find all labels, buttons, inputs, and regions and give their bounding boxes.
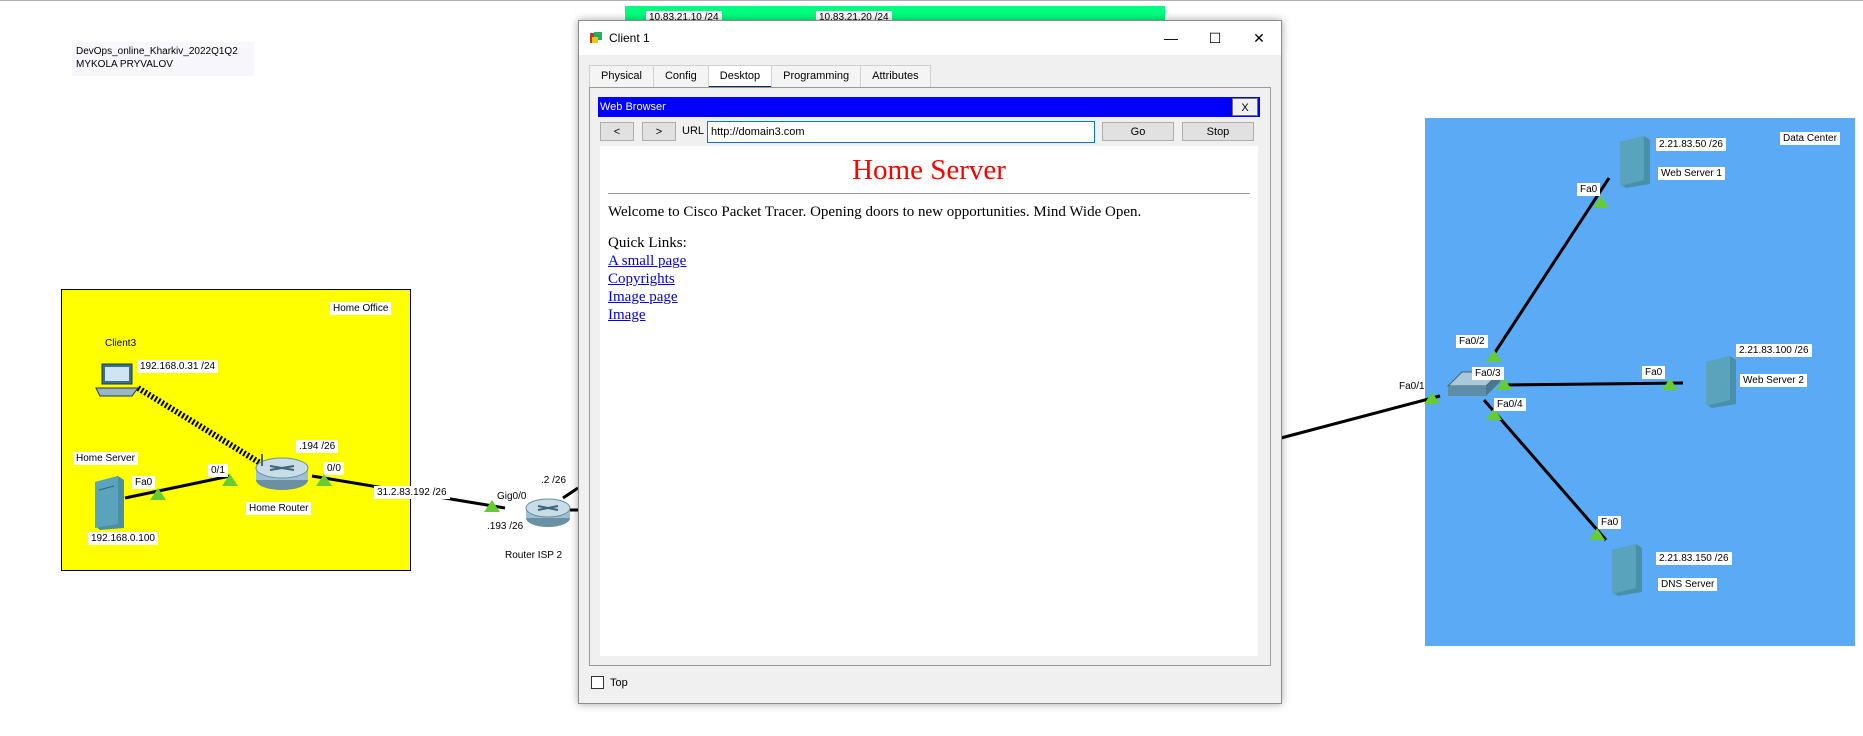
top-checkbox-label: Top [610, 676, 628, 689]
home-router-port-wan: 0/0 [324, 462, 344, 475]
client1-window[interactable]: Client 1 — ☐ ✕ Physical Config Desktop P… [578, 20, 1282, 704]
router-icon [525, 498, 571, 527]
link-network-label: 31.2.83.192 /26 [374, 486, 450, 499]
link-copyrights[interactable]: Copyrights [608, 270, 1250, 288]
router-icon [255, 454, 309, 490]
switch-port-fa0-1: Fa0/1 [1399, 381, 1425, 392]
isp-port: Gig0/0 [494, 490, 530, 503]
browser-page: Home Server Welcome to Cisco Packet Trac… [600, 146, 1258, 656]
web-server2-port: Fa0 [1642, 366, 1666, 379]
tab-physical[interactable]: Physical [589, 65, 654, 89]
forward-button[interactable]: > [642, 122, 676, 141]
dns-server-port: Fa0 [1598, 516, 1622, 529]
top-checkbox[interactable] [591, 676, 604, 689]
server-icon [1612, 544, 1642, 596]
url-input[interactable]: http://domain3.com [707, 121, 1095, 143]
web-server2-name[interactable]: Web Server 2 [1740, 374, 1807, 387]
server-icon [95, 476, 124, 530]
home-server-name[interactable]: Home Server [73, 452, 138, 465]
web-server1-port: Fa0 [1577, 183, 1601, 196]
dns-server-name[interactable]: DNS Server [1658, 578, 1718, 591]
desktop-panel: Web Browser X < > URL http://domain3.com… [589, 87, 1271, 666]
back-button[interactable]: < [600, 122, 634, 141]
switch-port-fa0-3: Fa0/3 [1472, 367, 1504, 380]
stop-button[interactable]: Stop [1182, 122, 1254, 141]
server-icon [1706, 356, 1736, 408]
isp-ip-left: .193 /26 [484, 520, 527, 533]
home-router-port-lan: 0/1 [208, 464, 228, 477]
client3-ip: 192.168.0.31 /24 [137, 360, 219, 373]
home-server-port: Fa0 [132, 476, 156, 489]
home-server-ip: 192.168.0.100 [88, 532, 158, 545]
link-small-page[interactable]: A small page [608, 252, 1250, 270]
web-browser-title: Web Browser [600, 101, 666, 113]
laptop-icon [95, 363, 139, 397]
link-image[interactable]: Image [608, 306, 1250, 324]
cable-to-datacenter [1280, 394, 1441, 440]
window-tabs: Physical Config Desktop Programming Attr… [589, 65, 931, 89]
window-titlebar[interactable]: Client 1 — ☐ ✕ [579, 21, 1281, 55]
url-label: URL [682, 125, 705, 137]
page-divider [608, 193, 1250, 194]
cable-switch-web1 [1488, 177, 1611, 361]
home-router-wan-ip: .194 /26 [296, 440, 339, 453]
maximize-button[interactable]: ☐ [1193, 21, 1237, 55]
wireless-link [136, 385, 267, 469]
isp-router-name[interactable]: Router ISP 2 [502, 549, 565, 562]
home-office-label: Home Office [330, 302, 392, 315]
tab-attributes[interactable]: Attributes [860, 65, 931, 89]
go-button[interactable]: Go [1102, 122, 1174, 141]
tab-desktop[interactable]: Desktop [707, 65, 773, 89]
page-heading: Home Server [852, 154, 1006, 186]
web-browser-close-button[interactable]: X [1232, 98, 1258, 116]
quick-links-title: Quick Links: [608, 235, 687, 251]
packet-tracer-icon [590, 32, 602, 43]
cable-isp-up [562, 486, 579, 500]
welcome-text: Welcome to Cisco Packet Tracer. Opening … [608, 204, 1142, 220]
window-title: Client 1 [609, 31, 650, 45]
tab-programming[interactable]: Programming [771, 65, 862, 89]
web-server1-name[interactable]: Web Server 1 [1658, 167, 1725, 180]
top-checkbox-row[interactable]: Top [591, 676, 628, 689]
home-router-name[interactable]: Home Router [246, 502, 312, 515]
client3-name[interactable]: Client3 [102, 337, 139, 350]
web-browser-titlebar: Web Browser X [598, 97, 1260, 117]
close-button[interactable]: ✕ [1237, 21, 1281, 55]
link-light [1486, 350, 1502, 362]
switch-port-fa0-4: Fa0/4 [1494, 398, 1526, 411]
minimize-button[interactable]: — [1149, 21, 1193, 55]
cable-switch-dns [1482, 399, 1608, 541]
link-image-page[interactable]: Image page [608, 288, 1250, 306]
web-server1-ip: 2.21.83.50 /26 [1656, 138, 1726, 151]
web-server2-ip: 2.21.83.100 /26 [1736, 344, 1812, 357]
tab-config[interactable]: Config [652, 65, 709, 89]
data-center-label: Data Center [1780, 132, 1840, 145]
isp-ip-top: .2 /26 [541, 475, 567, 486]
cable-switch-web2 [1499, 381, 1684, 387]
dns-server-ip: 2.21.83.150 /26 [1656, 552, 1732, 565]
server-icon [1620, 136, 1650, 188]
browser-nav-row: < > URL http://domain3.com Go Stop [600, 121, 1260, 143]
switch-port-fa0-2: Fa0/2 [1456, 335, 1488, 348]
